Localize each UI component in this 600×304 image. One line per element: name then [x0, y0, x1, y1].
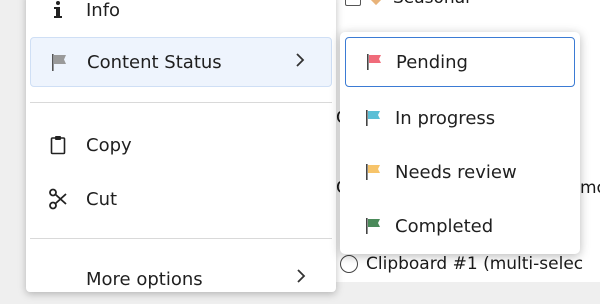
menu-item-copy[interactable]: Copy [30, 120, 332, 170]
menu-item-label: Content Status [87, 51, 222, 73]
menu-item-label: Info [86, 0, 121, 21]
background-row-clipboard[interactable]: Clipboard #1 (multi-selec [340, 254, 583, 274]
row-checkbox[interactable] [345, 0, 361, 6]
chevron-right-icon [295, 52, 305, 73]
info-icon [48, 0, 68, 20]
submenu-item-label: Completed [395, 215, 494, 237]
chevron-right-icon [296, 268, 306, 289]
submenu-item-in-progress[interactable]: In progress [345, 93, 575, 143]
submenu-item-completed[interactable]: Completed [345, 201, 575, 251]
clipboard-icon [48, 135, 68, 155]
flag-icon [365, 109, 381, 127]
background-row-seasonal[interactable]: Seasonal [345, 0, 470, 8]
content-status-submenu: Pending In progress Needs review Complet… [340, 32, 580, 254]
submenu-item-needs-review[interactable]: Needs review [345, 147, 575, 197]
menu-item-label: More options [86, 268, 203, 290]
flag-icon [366, 53, 382, 71]
scissors-icon [48, 188, 68, 210]
radio-button[interactable] [340, 255, 358, 273]
menu-separator [30, 238, 332, 239]
submenu-item-label: Pending [396, 51, 468, 73]
submenu-item-pending[interactable]: Pending [345, 37, 575, 87]
background-peek-text: mo [580, 178, 600, 198]
menu-item-info[interactable]: Info [30, 0, 332, 35]
background-row-label: Seasonal [393, 0, 470, 8]
menu-separator [30, 102, 332, 103]
submenu-item-label: In progress [395, 107, 496, 129]
menu-item-cut[interactable]: Cut [30, 174, 332, 224]
background-row-label: Clipboard #1 (multi-selec [366, 254, 584, 274]
menu-item-label: Cut [86, 188, 118, 210]
flag-icon [365, 217, 381, 235]
menu-item-content-status[interactable]: Content Status [30, 37, 332, 87]
flag-icon [365, 163, 381, 181]
category-icon [368, 0, 384, 6]
menu-item-more-options[interactable]: More options [30, 254, 332, 304]
menu-item-label: Copy [86, 134, 132, 156]
context-menu: Info Content Status Copy Cut More option… [26, 0, 336, 292]
flag-icon [49, 52, 69, 72]
submenu-item-label: Needs review [395, 161, 517, 183]
